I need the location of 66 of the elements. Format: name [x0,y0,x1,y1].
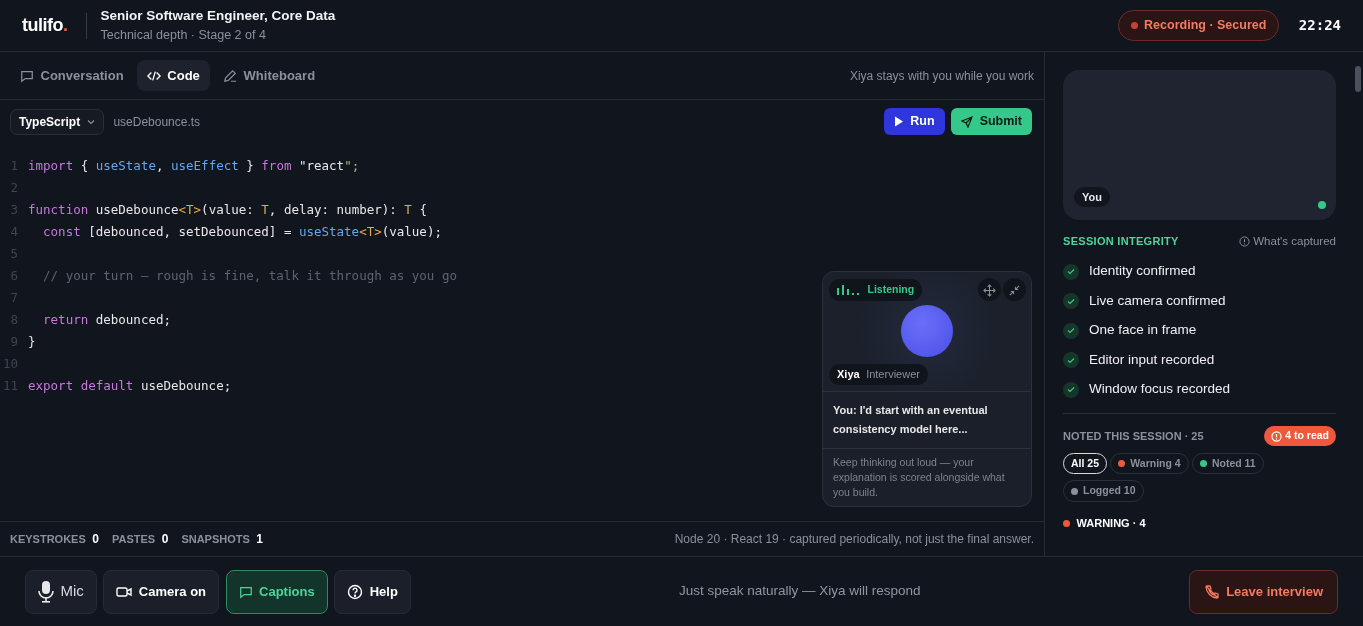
interview-title: Senior Software Engineer, Core Data [100,7,336,25]
microphone-icon [38,579,54,604]
transcript: You: I'd start with an eventual consistency model here... [823,391,1031,448]
group-heading: WARNING · 4 [1076,516,1146,531]
section-heading: SESSION INTEGRITY [1063,234,1179,250]
stat-label: PASTES [112,531,156,547]
camera-icon [116,584,133,599]
hang-up-icon [1203,583,1220,600]
environment-note: Node 20 · React 19 · captured periodically, not just the final answer. [674,531,1034,548]
move-button[interactable] [978,278,1001,301]
run-button[interactable]: Run [883,108,945,135]
recording-badge: Recording · Secured [1117,10,1280,41]
interviewer-tag: Xiya Interviewer [829,364,928,385]
minimize-button[interactable] [1003,278,1026,301]
stat-value: 1 [256,531,264,548]
camera-button[interactable]: Camera on [103,569,220,614]
timer: 22:24 [1298,16,1341,35]
info-icon [1239,236,1250,248]
prompt-text: Just speak naturally — Xiya will respond [677,582,922,601]
stat-label: KEYSTROKES [10,531,86,547]
play-icon [893,116,904,127]
tab[interactable]: Whiteboard [213,59,326,92]
code-line: export default useDebounce; [28,377,232,395]
voice-orb [901,305,953,357]
status-dot [1318,201,1326,209]
listening-badge: Listening [829,279,923,301]
pen-icon [223,68,238,83]
language-dropdown[interactable]: TypeScript [10,108,104,135]
leave-button[interactable]: Leave interview [1188,569,1338,614]
unread-badge: 4 to read [1264,426,1336,446]
chat-icon [238,584,253,599]
help-button[interactable]: Help [334,569,411,614]
code-line: // your turn — rough is fine, talk it through as you go [42,267,457,285]
file-name: useDebounce.ts [113,113,201,131]
check-label: Identity confirmed [1089,262,1196,281]
captions-button[interactable]: Captions [225,569,328,614]
caret-icon [86,118,95,125]
stage-subtitle: Technical depth · Stage 2 of 4 [100,27,267,45]
info-link[interactable]: What's captured [1239,233,1336,251]
send-icon [961,115,974,128]
help-icon [347,583,364,600]
section-heading: NOTED THIS SESSION · 25 [1063,428,1204,444]
hint-text: Keep thinking out loud — your explanation is scored alongside what you build. [823,448,1031,506]
minimize-icon [1009,284,1020,296]
stat-label: SNAPSHOTS [181,531,250,547]
check-label: Window focus recorded [1089,380,1231,399]
check-label: Editor input recorded [1089,350,1215,369]
check-label: One face in frame [1089,321,1197,340]
self-label: You [1074,186,1110,207]
move-icon [983,283,996,297]
logo: tulifo. [22,14,68,37]
code-line: return debounced; [42,311,171,329]
submit-button[interactable]: Submit [951,108,1032,135]
helper-note: Xiya stays with you while you work [849,67,1034,85]
audio-level-icon [837,284,861,295]
code-line: } [28,333,36,351]
code-line: const [debounced, setDebounced] = useState<T>(value); [42,223,442,241]
code-line: import { useState, useEffect } from "react"; [28,157,360,175]
tab[interactable]: Conversation [10,59,134,92]
code-line: function useDebounce<T>(value: T, delay: number): T { [28,201,427,219]
mic-button[interactable]: Mic [25,569,97,614]
stat-value: 0 [92,531,99,548]
chat-icon [20,68,34,83]
check-label: Live camera confirmed [1089,291,1226,310]
stat-value: 0 [161,531,169,548]
tab[interactable]: Code [136,59,210,92]
